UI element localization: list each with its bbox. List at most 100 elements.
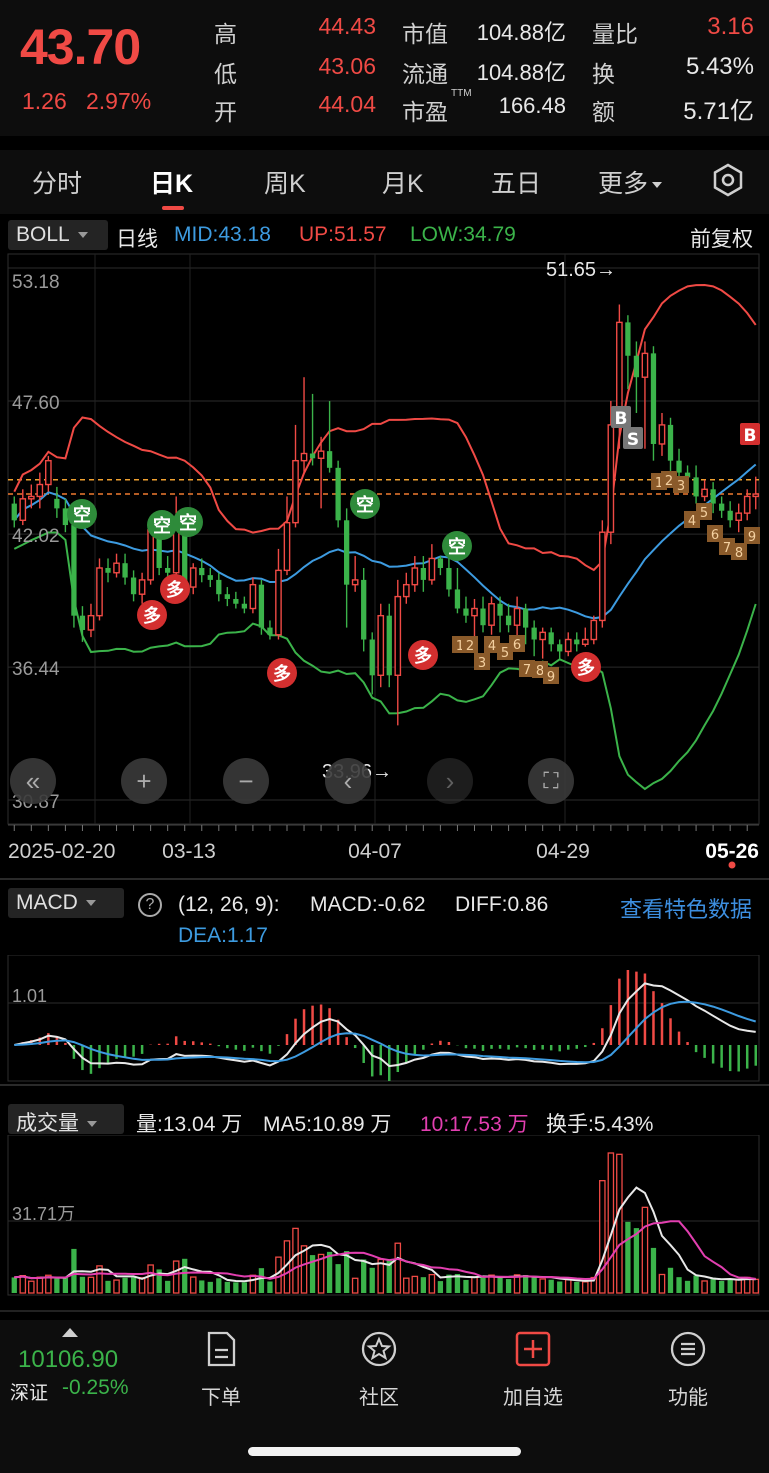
turnover-label: 换: [592, 61, 615, 87]
volume-bar: [684, 1280, 691, 1293]
scroll-left-button[interactable]: «: [10, 758, 56, 804]
candle-body: [752, 493, 760, 498]
candle-body: [54, 498, 60, 509]
volume-bar: [138, 1277, 146, 1294]
buy-signal-marker: 多: [577, 657, 595, 679]
candle-body: [454, 589, 461, 609]
help-icon[interactable]: ?: [138, 893, 162, 917]
volume-ratio-label: 量比: [592, 21, 638, 47]
candle-body: [317, 450, 325, 459]
sell-signal-marker: 空: [448, 536, 466, 558]
candle-body: [564, 638, 572, 653]
y-axis-tick-label: 36.44: [12, 659, 60, 680]
tab-more[interactable]: 更多: [598, 164, 663, 200]
macd-selector[interactable]: MACD: [8, 888, 124, 918]
volume-selector[interactable]: 成交量: [8, 1104, 124, 1135]
prev-button[interactable]: ‹: [325, 758, 371, 804]
high-label: 高: [214, 21, 237, 47]
volume-bar: [480, 1276, 486, 1293]
tab-daily-k[interactable]: 日K: [150, 164, 193, 200]
candle-body: [344, 520, 350, 585]
zoom-in-button[interactable]: +: [121, 758, 167, 804]
volume-bar: [216, 1278, 222, 1293]
nav-functions[interactable]: 功能: [643, 1330, 733, 1410]
volume-ma10: 10:17.53 万: [420, 1113, 529, 1136]
candle-body: [377, 614, 385, 676]
candle-body: [531, 627, 537, 640]
tab-weekly-k[interactable]: 周K: [264, 164, 306, 200]
candle-body: [199, 567, 205, 576]
indicator-name: BOLL: [16, 223, 70, 246]
x-axis-date-label: 04-29: [536, 840, 590, 863]
boll-mid-line: [13, 463, 757, 620]
volume-bar: [113, 1279, 120, 1294]
volume-chart[interactable]: [0, 1135, 769, 1297]
nav-order[interactable]: 下单: [176, 1330, 266, 1410]
candle-body: [522, 608, 529, 628]
candle-body: [335, 467, 341, 521]
zoom-out-button[interactable]: −: [223, 758, 269, 804]
volume-bar: [19, 1274, 27, 1294]
candle-body: [45, 459, 52, 486]
volume-bar: [87, 1276, 95, 1294]
chevron-down-icon: [652, 182, 663, 189]
candle-body: [676, 460, 682, 473]
volume-bar: [36, 1276, 44, 1294]
expand-up-icon[interactable]: [62, 1328, 78, 1337]
volume-bar: [189, 1276, 197, 1294]
candle-body: [650, 353, 657, 444]
boll-up: UP:51.57: [299, 223, 387, 246]
feature-data-link[interactable]: 查看特色数据: [620, 892, 752, 924]
next-button[interactable]: ›: [427, 758, 473, 804]
current-date-dot: [728, 861, 736, 869]
candle-body: [258, 584, 265, 628]
volume-bar: [420, 1277, 426, 1293]
index-value[interactable]: 10106.90: [18, 1346, 118, 1374]
nav-functions-label: 功能: [668, 1387, 708, 1409]
divider: [0, 1310, 769, 1312]
price-change: 1.26: [22, 88, 67, 114]
nav-community[interactable]: 社区: [334, 1330, 424, 1410]
volume-bar: [676, 1277, 682, 1293]
tab-monthly-k[interactable]: 月K: [382, 164, 424, 200]
volume-bar: [267, 1281, 273, 1293]
sell-signal-marker: 空: [179, 512, 197, 534]
volume-bar: [607, 1152, 615, 1294]
candle-body: [87, 614, 95, 631]
tab-five-day[interactable]: 五日: [491, 164, 541, 200]
count-label: 3: [677, 479, 685, 494]
candle-body: [411, 567, 419, 586]
low-value: 43.06: [318, 53, 376, 79]
candle-body: [598, 531, 606, 622]
boll-low: LOW:34.79: [410, 223, 516, 246]
indicator-selector[interactable]: BOLL: [8, 220, 108, 250]
candle-body: [11, 503, 17, 521]
buy-signal-marker: 多: [414, 645, 432, 667]
amount-label: 额: [592, 99, 615, 125]
x-axis-date-label: 04-07: [348, 840, 402, 863]
volume-bar: [710, 1277, 716, 1293]
nav-add-watchlist[interactable]: 加自选: [488, 1330, 578, 1410]
settings-hexagon-icon[interactable]: [710, 162, 746, 203]
quote-header: 43.70 1.26 2.97% 高 低 开 44.43 43.06 44.04…: [0, 0, 769, 136]
max-price-annotation: 51.65→: [546, 259, 617, 281]
tab-intraday[interactable]: 分时: [32, 164, 82, 200]
volume-bar: [488, 1274, 495, 1294]
count-label: 6: [711, 528, 719, 543]
candle-body: [743, 495, 751, 514]
pe-label: 市盈: [402, 99, 448, 125]
float-cap-value: 104.88亿: [476, 60, 566, 85]
volume-bar: [658, 1273, 666, 1294]
nav-add-watchlist-label: 加自选: [503, 1387, 563, 1409]
home-indicator[interactable]: [248, 1447, 521, 1456]
adjust-mode-button[interactable]: 前复权: [690, 223, 753, 253]
active-tab-indicator: [162, 206, 184, 210]
period-tabs: 分时 日K 周K 月K 五日 更多: [0, 150, 769, 214]
nav-order-label: 下单: [201, 1387, 241, 1409]
volume-bar: [394, 1242, 402, 1294]
macd-chart[interactable]: [0, 955, 769, 1083]
fullscreen-button[interactable]: ⛶: [528, 758, 574, 804]
sell-signal-marker: 空: [73, 504, 91, 526]
candle-body: [267, 627, 273, 635]
volume-bar: [625, 1221, 631, 1293]
